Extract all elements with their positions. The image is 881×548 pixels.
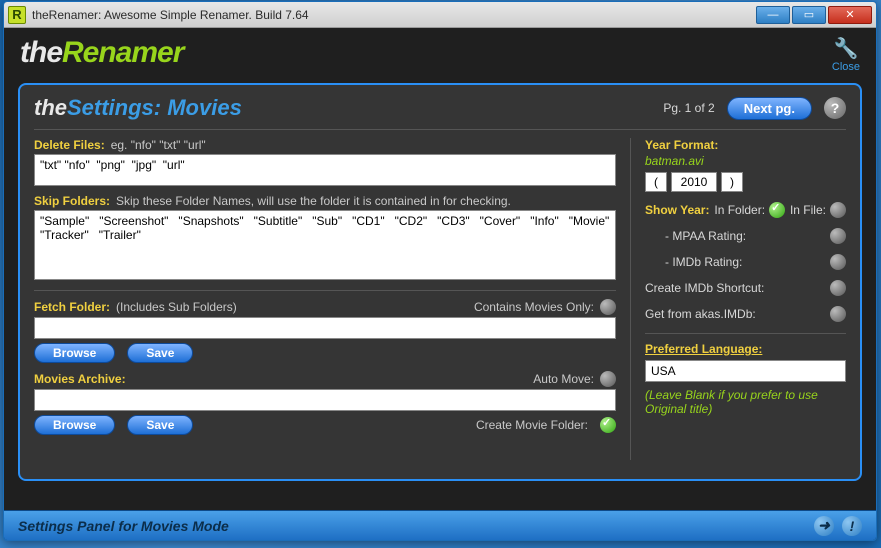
delete-files-label: Delete Files: bbox=[34, 138, 105, 152]
settings-panel: theSettings: Movies Pg. 1 of 2 Next pg. … bbox=[18, 83, 862, 481]
archive-save-button[interactable]: Save bbox=[127, 415, 193, 435]
panel-title: theSettings: Movies bbox=[34, 95, 242, 121]
create-movie-folder-toggle[interactable] bbox=[600, 417, 616, 433]
year-open-input[interactable] bbox=[645, 172, 667, 192]
fetch-folder-hint: (Includes Sub Folders) bbox=[116, 300, 237, 314]
imdb-rating-toggle[interactable] bbox=[830, 254, 846, 270]
divider bbox=[34, 129, 846, 130]
movies-archive-label: Movies Archive: bbox=[34, 372, 126, 386]
create-imdb-shortcut-toggle[interactable] bbox=[830, 280, 846, 296]
status-alert-icon[interactable]: ! bbox=[842, 516, 862, 536]
in-folder-toggle[interactable] bbox=[769, 202, 785, 218]
in-folder-label: In Folder: bbox=[714, 203, 765, 217]
create-imdb-shortcut-label: Create IMDb Shortcut: bbox=[645, 281, 764, 295]
logo-part1: the bbox=[20, 36, 62, 69]
app-logo: theRenamer bbox=[20, 36, 183, 70]
year-format-label: Year Format: bbox=[645, 138, 846, 152]
contains-movies-label: Contains Movies Only: bbox=[474, 300, 594, 314]
year-close-input[interactable] bbox=[721, 172, 743, 192]
akas-imdb-label: Get from akas.IMDb: bbox=[645, 307, 756, 321]
status-icons: ➜ ! bbox=[814, 516, 862, 536]
create-movie-folder-label: Create Movie Folder: bbox=[476, 418, 588, 432]
close-link[interactable]: 🔧 Close bbox=[832, 36, 860, 73]
fetch-folder-label: Fetch Folder: bbox=[34, 300, 110, 314]
window-title: theRenamer: Awesome Simple Renamer. Buil… bbox=[32, 8, 756, 22]
archive-browse-button[interactable]: Browse bbox=[34, 415, 115, 435]
fetch-browse-button[interactable]: Browse bbox=[34, 343, 115, 363]
wrench-icon: 🔧 bbox=[832, 36, 860, 61]
skip-folders-label: Skip Folders: bbox=[34, 194, 110, 208]
preferred-language-hint: (Leave Blank if you prefer to use Origin… bbox=[645, 388, 846, 416]
skip-folders-hint: Skip these Folder Names, will use the fo… bbox=[116, 194, 511, 208]
mpaa-rating-toggle[interactable] bbox=[830, 228, 846, 244]
titlebar: R theRenamer: Awesome Simple Renamer. Bu… bbox=[4, 2, 876, 28]
in-file-label: In File: bbox=[790, 203, 826, 217]
logo-part2: Renamer bbox=[62, 36, 183, 69]
app-header: theRenamer 🔧 Close bbox=[4, 28, 876, 77]
minimize-button[interactable]: — bbox=[756, 6, 790, 24]
fetch-save-button[interactable]: Save bbox=[127, 343, 193, 363]
contains-movies-toggle[interactable] bbox=[600, 299, 616, 315]
delete-files-hint: eg. "nfo" "txt" "url" bbox=[111, 138, 206, 152]
in-file-toggle[interactable] bbox=[830, 202, 846, 218]
status-bar: Settings Panel for Movies Mode ➜ ! bbox=[4, 510, 876, 540]
year-format-example: batman.avi bbox=[645, 154, 846, 168]
preferred-language-input[interactable] bbox=[645, 360, 846, 382]
year-format-inputs bbox=[645, 172, 846, 192]
right-column: Year Format: batman.avi Show Year: In Fo… bbox=[630, 138, 846, 460]
status-arrow-icon[interactable]: ➜ bbox=[814, 516, 834, 536]
window-controls: — ▭ ✕ bbox=[756, 6, 872, 24]
imdb-rating-label: - IMDb Rating: bbox=[665, 255, 742, 269]
close-window-button[interactable]: ✕ bbox=[828, 6, 872, 24]
panel-header: theSettings: Movies Pg. 1 of 2 Next pg. … bbox=[34, 95, 846, 121]
auto-move-label: Auto Move: bbox=[533, 372, 594, 386]
help-button[interactable]: ? bbox=[824, 97, 846, 119]
preferred-language-label: Preferred Language: bbox=[645, 342, 846, 356]
show-year-label: Show Year: bbox=[645, 203, 709, 217]
skip-folders-input[interactable] bbox=[34, 210, 616, 280]
columns: Delete Files: eg. "nfo" "txt" "url" Skip… bbox=[34, 138, 846, 460]
page-indicator: Pg. 1 of 2 bbox=[663, 101, 714, 115]
delete-files-input[interactable] bbox=[34, 154, 616, 186]
next-page-button[interactable]: Next pg. bbox=[727, 97, 812, 120]
fetch-folder-input[interactable] bbox=[34, 317, 616, 339]
status-text: Settings Panel for Movies Mode bbox=[18, 518, 229, 534]
maximize-button[interactable]: ▭ bbox=[792, 6, 826, 24]
mpaa-rating-label: - MPAA Rating: bbox=[665, 229, 746, 243]
app-window: R theRenamer: Awesome Simple Renamer. Bu… bbox=[3, 1, 877, 541]
year-value-input[interactable] bbox=[671, 172, 717, 192]
auto-move-toggle[interactable] bbox=[600, 371, 616, 387]
app-icon: R bbox=[8, 6, 26, 24]
akas-imdb-toggle[interactable] bbox=[830, 306, 846, 322]
movies-archive-input[interactable] bbox=[34, 389, 616, 411]
left-column: Delete Files: eg. "nfo" "txt" "url" Skip… bbox=[34, 138, 616, 460]
close-label: Close bbox=[832, 61, 860, 73]
